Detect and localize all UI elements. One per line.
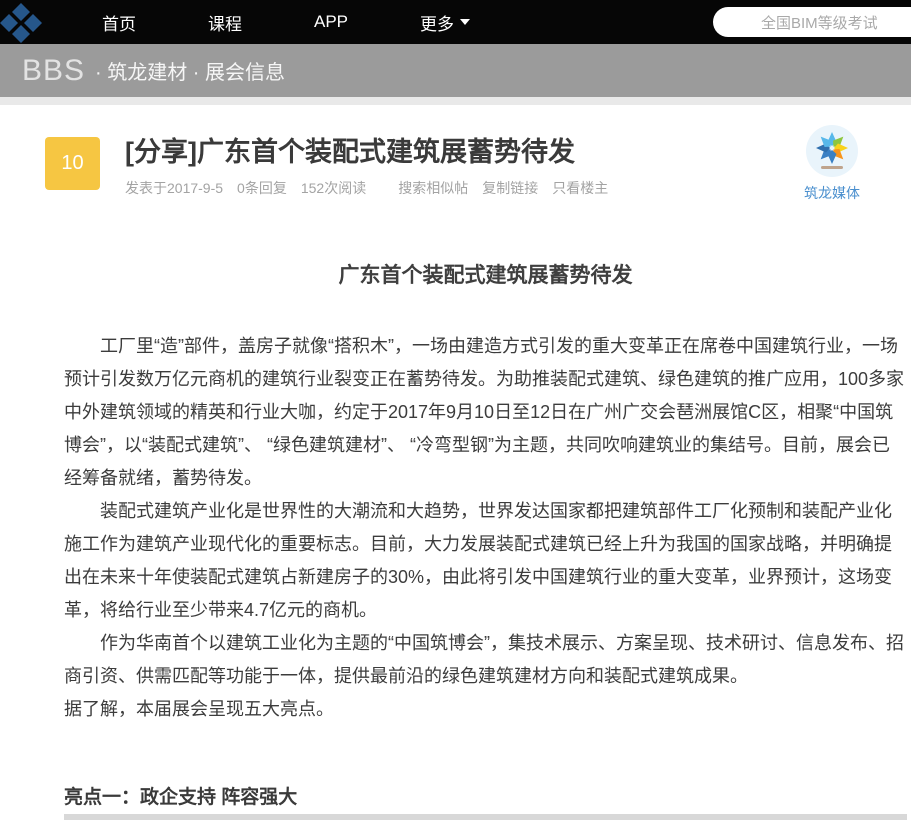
post-date: 发表于2017-9-5 xyxy=(125,178,223,198)
article-heading: 广东首个装配式建筑展蓄势待发 xyxy=(64,262,907,290)
breadcrumb-path[interactable]: · 筑龙建材 · 展会信息 xyxy=(95,56,285,85)
post-meta: 发表于2017-9-5 0条回复 152次阅读 搜索相似帖 复制链接 只看楼主 xyxy=(125,178,866,198)
reply-count-value: 10 xyxy=(61,152,83,175)
article-body: 广东首个装配式建筑展蓄势待发 工厂里“造”部件，盖房子就像“搭积木”，一场由建造… xyxy=(64,262,907,820)
post-reply-count: 0条回复 xyxy=(237,178,287,198)
only-op-link[interactable]: 只看楼主 xyxy=(552,178,608,198)
reply-count-badge: 10 xyxy=(45,137,100,190)
search-similar-link[interactable]: 搜索相似帖 xyxy=(398,178,468,198)
post-main: [分享]广东首个装配式建筑展蓄势待发 发表于2017-9-5 0条回复 152次… xyxy=(125,135,866,198)
copy-link-button[interactable]: 复制链接 xyxy=(482,178,538,198)
nav-item-app-label: APP xyxy=(314,12,348,32)
nav-search-text: 全国BIM等级考试 xyxy=(761,12,878,33)
author-avatar[interactable] xyxy=(806,125,858,177)
nav-item-app[interactable]: APP xyxy=(314,10,348,35)
top-nav-bar: 首页 课程 APP 更多 全国BIM等级考试 xyxy=(0,0,911,44)
nav-item-home-label: 首页 xyxy=(102,10,136,35)
highlight-heading: 亮点一：政企支持 阵容强大 xyxy=(64,784,907,811)
image-top-edge xyxy=(64,814,907,820)
nav-menu: 首页 课程 APP 更多 xyxy=(102,10,542,35)
nav-search-box[interactable]: 全国BIM等级考试 xyxy=(713,7,911,37)
post-view-count: 152次阅读 xyxy=(301,178,366,198)
article-paragraph: 装配式建筑产业化是世界性的大潮流和大趋势，世界发达国家都把建筑部件工厂化预制和装… xyxy=(64,495,907,627)
nav-item-more[interactable]: 更多 xyxy=(420,10,470,35)
nav-item-courses[interactable]: 课程 xyxy=(208,10,242,35)
author-name[interactable]: 筑龙媒体 xyxy=(792,183,872,203)
article-paragraph: 作为华南首个以建筑工业化为主题的“中国筑博会”，集技术展示、方案呈现、技术研讨、… xyxy=(64,627,907,693)
breadcrumb-site[interactable]: BBS xyxy=(22,54,85,88)
nav-item-more-label: 更多 xyxy=(420,10,454,35)
caret-down-icon xyxy=(460,19,470,25)
article-closing-line: 据了解，本届展会呈现五大亮点。 xyxy=(64,693,907,726)
author-card: 筑龙媒体 xyxy=(792,125,872,203)
site-logo-icon[interactable] xyxy=(0,0,56,44)
banner-divider xyxy=(0,97,911,105)
nav-item-courses-label: 课程 xyxy=(208,10,242,35)
post-header: 10 [分享]广东首个装配式建筑展蓄势待发 发表于2017-9-5 0条回复 1… xyxy=(45,135,866,198)
nav-item-home[interactable]: 首页 xyxy=(102,10,136,35)
breadcrumb-banner: BBS · 筑龙建材 · 展会信息 xyxy=(0,44,911,97)
post-title: [分享]广东首个装配式建筑展蓄势待发 xyxy=(125,135,866,169)
article-paragraph: 工厂里“造”部件，盖房子就像“搭积木”，一场由建造方式引发的重大变革正在席卷中国… xyxy=(64,330,907,495)
